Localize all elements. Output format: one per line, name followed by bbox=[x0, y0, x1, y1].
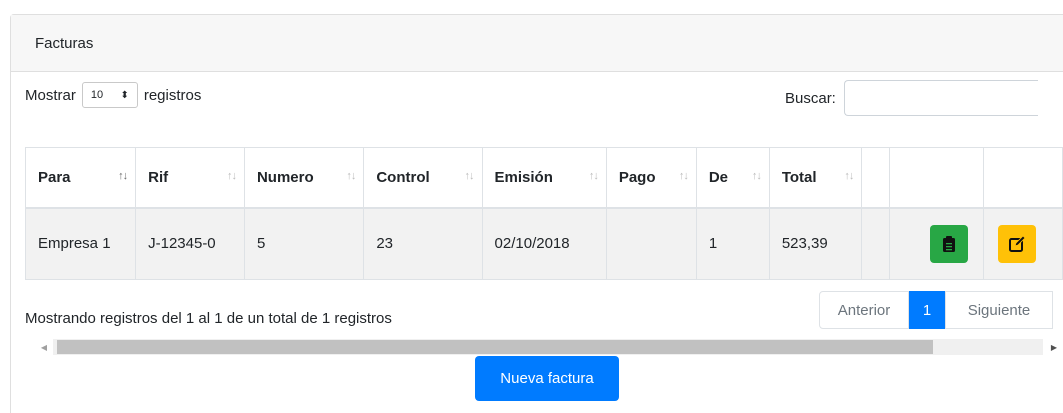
th-emision[interactable]: Emisión ↑↓ bbox=[481, 147, 607, 209]
th-para[interactable]: Para ↑↓ bbox=[24, 147, 137, 209]
table-info: Mostrando registros del 1 al 1 de un tot… bbox=[25, 310, 392, 327]
pagination: Anterior 1 Siguiente bbox=[819, 291, 1053, 329]
sort-icon: ↑↓ bbox=[346, 170, 356, 182]
length-select[interactable]: 10 ⬍ bbox=[81, 82, 138, 108]
sort-icon: ↑↓ bbox=[678, 170, 689, 182]
th-de[interactable]: De ↑↓ bbox=[695, 147, 770, 209]
horizontal-scrollbar[interactable]: ◀ ▶ bbox=[35, 339, 1063, 355]
th-pago[interactable]: Pago ↑↓ bbox=[605, 147, 697, 209]
search-input[interactable] bbox=[843, 80, 1038, 116]
scroll-left-icon[interactable]: ◀ bbox=[35, 339, 53, 355]
table-row: Empresa 1 J-12345-0 5 23 02/10/2018 1 52… bbox=[24, 207, 1063, 280]
scroll-right-icon[interactable]: ▶ bbox=[1045, 339, 1063, 355]
cell-rif: J-12345-0 bbox=[135, 207, 245, 280]
search-label: Buscar: bbox=[785, 89, 836, 107]
sort-icon: ↑↓ bbox=[588, 170, 599, 182]
th-rif[interactable]: Rif ↑↓ bbox=[135, 147, 245, 209]
length-suffix: registros bbox=[143, 86, 202, 104]
cell-de: 1 bbox=[695, 207, 770, 280]
cell-edit bbox=[982, 207, 1063, 280]
th-control[interactable]: Control ↑↓ bbox=[363, 147, 483, 209]
card-header: Facturas bbox=[11, 15, 1063, 72]
sort-icon: ↑↓ bbox=[226, 170, 237, 182]
card-title: Facturas bbox=[35, 34, 94, 52]
pagination-page-1[interactable]: 1 bbox=[909, 291, 945, 329]
pagination-next[interactable]: Siguiente bbox=[945, 291, 1053, 329]
length-prefix: Mostrar bbox=[25, 86, 76, 104]
cell-pago bbox=[605, 207, 697, 280]
sort-icon: ↑↓ bbox=[751, 170, 762, 182]
th-view bbox=[889, 147, 984, 209]
th-numero[interactable]: Numero ↑↓ bbox=[243, 147, 365, 209]
cell-para: Empresa 1 bbox=[24, 207, 137, 280]
sort-icon: ↑↓ bbox=[464, 170, 475, 182]
cell-control: 23 bbox=[363, 207, 483, 280]
length-control: Mostrar 10 ⬍ registros bbox=[25, 80, 201, 110]
search-control: Buscar: bbox=[785, 80, 1038, 116]
cell-total: 523,39 bbox=[768, 207, 863, 280]
th-empty bbox=[861, 147, 891, 209]
view-button[interactable] bbox=[930, 224, 969, 263]
sort-icon: ↑↓ bbox=[844, 170, 854, 182]
sort-asc-icon: ↑↓ bbox=[118, 170, 128, 182]
pagination-previous[interactable]: Anterior bbox=[819, 291, 909, 329]
length-value: 10 bbox=[90, 89, 104, 101]
th-total[interactable]: Total ↑↓ bbox=[768, 147, 863, 209]
edit-icon bbox=[1008, 235, 1025, 252]
select-arrows-icon: ⬍ bbox=[120, 89, 129, 101]
facturas-table: Para ↑↓ Rif ↑↓ Numero ↑↓ Control ↑↓ Emisión ↑… bbox=[24, 147, 1063, 280]
cell-empty bbox=[861, 207, 891, 280]
cell-emision: 02/10/2018 bbox=[481, 207, 607, 280]
cell-view bbox=[889, 207, 984, 280]
clipboard-icon bbox=[943, 235, 956, 252]
scrollbar-thumb[interactable] bbox=[57, 340, 933, 354]
table-header-row: Para ↑↓ Rif ↑↓ Numero ↑↓ Control ↑↓ Emisión ↑… bbox=[24, 147, 1063, 209]
new-invoice-button[interactable]: Nueva factura bbox=[475, 356, 619, 401]
th-edit bbox=[982, 147, 1063, 209]
cell-numero: 5 bbox=[243, 207, 365, 280]
edit-button[interactable] bbox=[997, 224, 1036, 263]
